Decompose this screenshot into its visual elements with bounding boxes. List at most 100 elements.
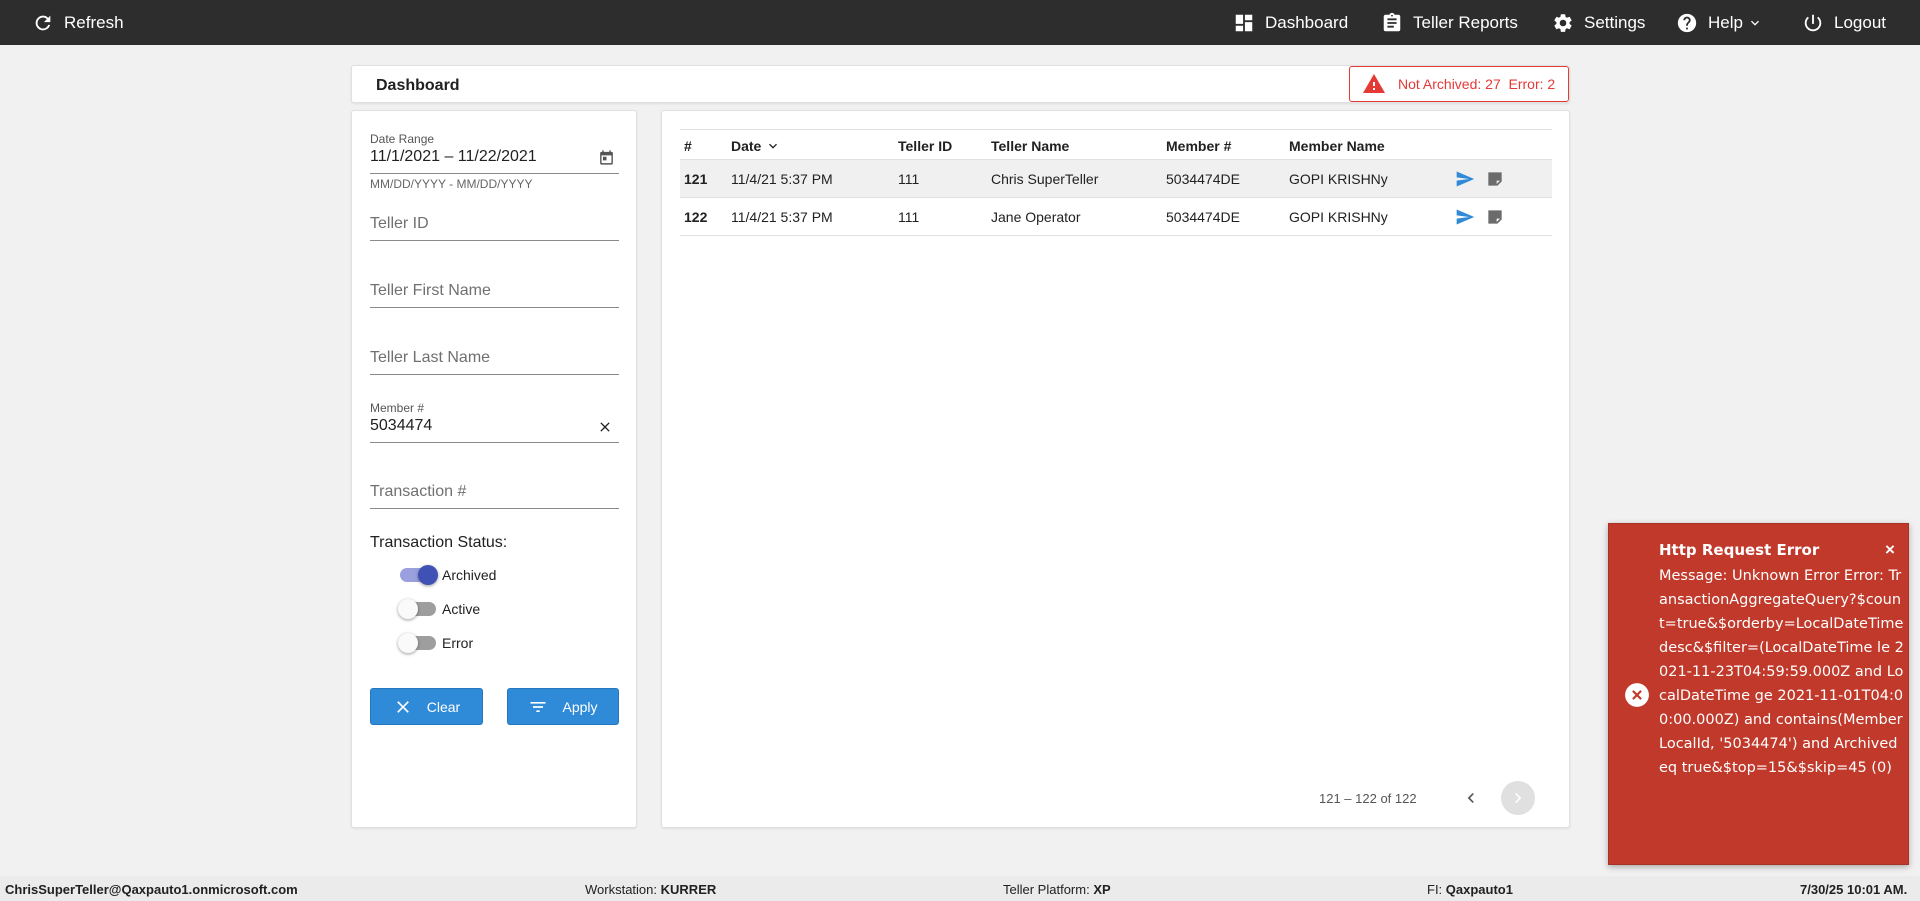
teller-last-name-field[interactable]: Teller Last Name xyxy=(370,345,619,375)
alert-text: Not Archived: 27 Error: 2 xyxy=(1398,76,1556,92)
workstation-label: Workstation: xyxy=(585,882,658,897)
archived-toggle[interactable] xyxy=(400,565,438,585)
archived-label: Archived xyxy=(442,567,497,583)
refresh-button[interactable]: Refresh xyxy=(32,0,124,45)
send-icon[interactable] xyxy=(1455,207,1475,227)
chevron-down-icon xyxy=(1750,20,1759,26)
next-page-button[interactable] xyxy=(1501,781,1535,815)
apply-button[interactable]: Apply xyxy=(507,688,619,725)
nav-settings-button[interactable]: Settings xyxy=(1552,0,1645,45)
workstation-value: KURRER xyxy=(660,882,717,897)
teller-first-name-field[interactable]: Teller First Name xyxy=(370,278,619,308)
row-number: 122 xyxy=(684,209,708,225)
transaction-number-field[interactable]: Transaction # xyxy=(370,479,619,509)
member-number-field[interactable]: Member # 5034474 xyxy=(370,401,619,443)
status-alert-badge[interactable]: Not Archived: 27 Error: 2 xyxy=(1349,66,1569,102)
date-format-hint: MM/DD/YYYY - MM/DD/YYYY xyxy=(370,177,533,191)
row-member-number: 5034474DE xyxy=(1166,209,1240,225)
note-icon[interactable] xyxy=(1485,207,1505,227)
workstation-info: Workstation: KURRER xyxy=(585,882,716,897)
table-row[interactable]: 122 11/4/21 5:37 PM 111 Jane Operator 50… xyxy=(680,198,1552,236)
row-teller-name: Chris SuperTeller xyxy=(991,171,1099,187)
teller-first-name-placeholder: Teller First Name xyxy=(370,282,491,299)
clipboard-icon xyxy=(1383,12,1401,31)
error-label: Error xyxy=(442,635,474,651)
teller-last-name-placeholder: Teller Last Name xyxy=(370,349,491,366)
col-teller-name[interactable]: Teller Name xyxy=(991,138,1069,154)
active-toggle[interactable] xyxy=(398,599,436,619)
platform-value: XP xyxy=(1093,882,1111,897)
status-toggle-archived[interactable]: Archived xyxy=(400,565,497,585)
row-member-number: 5034474DE xyxy=(1166,171,1240,187)
error-toggle[interactable] xyxy=(398,633,436,653)
filter-icon xyxy=(530,701,546,712)
status-bar: ChrisSuperTeller@Qaxpauto1.onmicrosoft.c… xyxy=(0,876,1920,901)
apply-button-label: Apply xyxy=(562,698,598,715)
logout-button[interactable]: Logout xyxy=(1802,0,1886,45)
table-header: # Date Teller ID Teller Name Member # Me… xyxy=(680,129,1552,160)
date-range-field[interactable]: Date Range 11/1/2021 – 11/22/2021 xyxy=(370,132,619,174)
timestamp: 7/30/25 10:01 AM. xyxy=(1800,882,1908,897)
dashboard-icon xyxy=(1235,14,1253,31)
teller-id-field[interactable]: Teller ID xyxy=(370,211,619,241)
nav-dashboard-label: Dashboard xyxy=(1265,12,1349,32)
transaction-status-label: Transaction Status: xyxy=(370,534,508,551)
user-email: ChrisSuperTeller@Qaxpauto1.onmicrosoft.c… xyxy=(5,882,298,897)
col-member-number[interactable]: Member # xyxy=(1166,138,1231,154)
page-title: Dashboard xyxy=(376,77,460,94)
platform-info: Teller Platform: XP xyxy=(1003,882,1111,897)
note-icon[interactable] xyxy=(1485,169,1505,189)
col-member-name[interactable]: Member Name xyxy=(1289,138,1385,154)
row-teller-name: Jane Operator xyxy=(991,209,1081,225)
warning-icon xyxy=(1363,74,1385,93)
row-date: 11/4/21 5:37 PM xyxy=(731,171,833,187)
row-date: 11/4/21 5:37 PM xyxy=(731,209,833,225)
chevron-left-icon xyxy=(1467,793,1474,803)
previous-page-button[interactable] xyxy=(1454,781,1488,815)
nav-teller-reports-label: Teller Reports xyxy=(1413,12,1518,32)
member-number-label: Member # xyxy=(370,401,425,415)
table-row[interactable]: 121 11/4/21 5:37 PM 111 Chris SuperTelle… xyxy=(680,160,1552,198)
col-number[interactable]: # xyxy=(684,138,692,154)
help-icon xyxy=(1677,13,1697,32)
power-icon xyxy=(1804,14,1822,31)
clear-button-label: Clear xyxy=(426,698,461,715)
gear-icon xyxy=(1554,13,1572,32)
logout-label: Logout xyxy=(1834,12,1886,32)
col-teller-id[interactable]: Teller ID xyxy=(898,138,952,154)
error-icon xyxy=(1625,683,1649,707)
calendar-icon[interactable] xyxy=(598,149,615,166)
nav-teller-reports-button[interactable]: Teller Reports xyxy=(1381,0,1518,45)
clear-button[interactable]: Clear xyxy=(370,688,483,725)
nav-help-label: Help xyxy=(1708,12,1743,32)
date-range-label: Date Range xyxy=(370,132,435,146)
fi-label: FI: xyxy=(1427,882,1443,897)
platform-label: Teller Platform: xyxy=(1003,882,1090,897)
results-panel: # Date Teller ID Teller Name Member # Me… xyxy=(661,110,1570,828)
error-toast: × Http Request Error Message: Unknown Er… xyxy=(1608,523,1909,865)
row-number: 121 xyxy=(684,171,708,187)
row-member-name: GOPI KRISHNy xyxy=(1289,209,1388,225)
sort-descending-icon xyxy=(769,143,778,149)
nav-dashboard-button[interactable]: Dashboard xyxy=(1233,0,1348,45)
chevron-right-icon xyxy=(1515,793,1522,803)
toast-message: Message: Unknown Error Error: Transactio… xyxy=(1659,568,1904,776)
date-range-value: 11/1/2021 – 11/22/2021 xyxy=(370,148,537,165)
top-navigation-bar: Refresh Dashboard Teller Reports Setting… xyxy=(0,0,1920,45)
clear-field-icon[interactable] xyxy=(597,419,613,435)
row-teller-id: 111 xyxy=(898,209,920,225)
nav-settings-label: Settings xyxy=(1584,12,1646,32)
close-icon xyxy=(396,700,409,713)
status-toggle-error[interactable]: Error xyxy=(398,633,474,653)
nav-help-button[interactable]: Help xyxy=(1676,0,1763,45)
send-icon[interactable] xyxy=(1455,169,1475,189)
fi-info: FI: Qaxpauto1 xyxy=(1427,882,1513,897)
row-teller-id: 111 xyxy=(898,171,920,187)
toast-title: Http Request Error xyxy=(1659,541,1820,559)
status-toggle-active[interactable]: Active xyxy=(398,599,480,619)
col-date-label: Date xyxy=(731,138,762,154)
refresh-icon xyxy=(35,15,51,30)
col-date[interactable]: Date xyxy=(731,138,781,154)
member-number-value: 5034474 xyxy=(370,417,433,434)
toast-close-button[interactable]: × xyxy=(1885,540,1895,560)
